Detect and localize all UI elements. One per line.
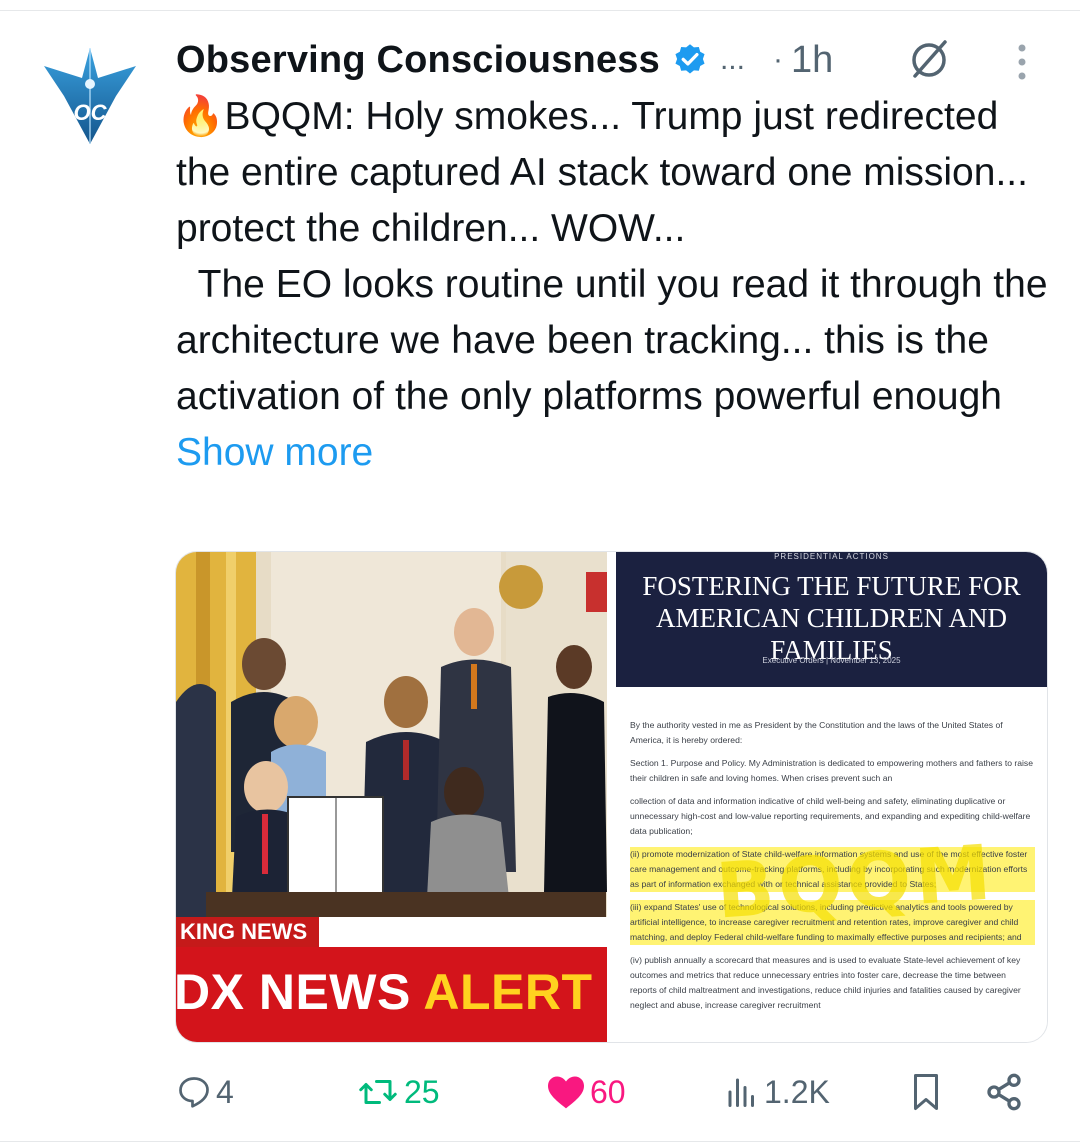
news-alert-banner: DX NEWS ALERT [176,947,607,1042]
grok-icon[interactable] [904,34,954,84]
reply-count: 4 [216,1073,234,1110]
bookmark-button[interactable] [908,1062,944,1122]
reply-icon [179,1077,209,1108]
share-button[interactable] [984,1062,1024,1122]
media-photo-event[interactable]: KING NEWS DX NEWS ALERT [176,552,607,1042]
reply-button[interactable]: 4 [176,1062,234,1122]
views-button[interactable]: 1.2K [724,1062,830,1122]
bookmark-icon [914,1074,938,1110]
show-more-link[interactable]: Show more [176,431,373,474]
share-icon [987,1073,1021,1111]
post-text: 🔥BQQM: Holy smokes... Trump just redirec… [176,89,1056,481]
news-alert-white: DX NEWS [176,964,424,1020]
top-divider [0,10,1080,11]
document-title-line1: FOSTERING THE FUTURE FOR [642,571,1021,601]
document-meta: Executive Orders | November 13, 2025 [762,656,901,665]
document-kicker: PRESIDENTIAL ACTIONS [774,552,889,561]
document-paragraph: (iv) publish annually a scorecard that m… [630,955,1021,1010]
name-truncation: ... [719,43,745,76]
document-title: FOSTERING THE FUTURE FOR AMERICAN CHILDR… [616,570,1047,666]
news-alert-yellow: ALERT [423,964,593,1020]
document-header: PRESIDENTIAL ACTIONS FOSTERING THE FUTUR… [616,552,1047,687]
post-time[interactable]: 1h [791,39,833,82]
event-photo-illustration [176,552,607,917]
heart-icon [548,1076,584,1109]
repost-count: 25 [404,1073,440,1110]
media-photo-document[interactable]: PRESIDENTIAL ACTIONS FOSTERING THE FUTUR… [616,552,1047,1042]
action-bar: 4 25 60 1.2K [176,1062,1036,1122]
document-paragraph: Section 1. Purpose and Policy. My Admini… [630,758,1033,783]
like-count: 60 [590,1073,626,1110]
news-alert-text: DX NEWS ALERT [176,963,593,1021]
repost-icon [359,1080,397,1104]
media-grid: KING NEWS DX NEWS ALERT PRESIDENTIAL ACT… [175,551,1048,1043]
news-ticker-tag: KING NEWS [176,917,320,947]
author-avatar[interactable]: OC [38,44,142,148]
more-options-icon[interactable] [1012,42,1032,82]
bottom-divider [0,1141,1080,1142]
post-body: 🔥BQQM: Holy smokes... Trump just redirec… [176,95,1048,418]
author-name[interactable]: Observing Consciousness [176,39,660,82]
document-paragraph: By the authority vested in me as Preside… [630,720,1003,745]
like-button[interactable]: 60 [546,1062,626,1122]
avatar-initials: OC [74,100,108,125]
verified-badge-icon[interactable] [672,42,708,78]
repost-button[interactable]: 25 [356,1062,440,1122]
post-header: Observing Consciousness ... · 1h [176,32,1056,88]
views-icon [728,1078,754,1107]
news-ticker-bar: KING NEWS [176,917,607,947]
separator-dot: · [772,43,783,76]
views-count: 1.2K [764,1073,830,1110]
